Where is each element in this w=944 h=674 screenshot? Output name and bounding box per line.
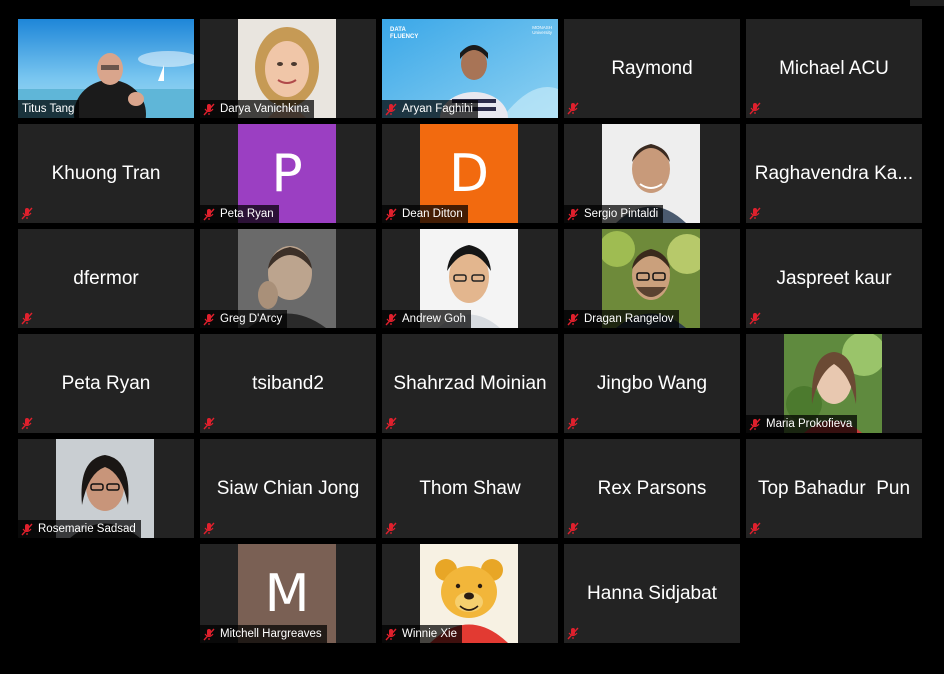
- muted-mic-icon: [20, 206, 34, 220]
- participant-tile-top-bahadur-pun[interactable]: Top Bahadur Pun: [746, 439, 922, 538]
- muted-mic-icon: [385, 103, 397, 116]
- muted-mic-icon: [384, 416, 398, 430]
- participant-name-label: Dean Ditton: [382, 205, 468, 223]
- participant-display-name: Jaspreet kaur: [776, 267, 892, 289]
- muted-mic-icon: [566, 521, 580, 535]
- muted-mic-icon: [566, 416, 580, 430]
- participant-name-label: Dragan Rangelov: [564, 310, 679, 328]
- participant-display-name: Rex Parsons: [597, 477, 707, 499]
- participant-tile-raymond[interactable]: Raymond: [564, 19, 740, 118]
- participant-display-name: Raghavendra Ka...: [754, 162, 914, 184]
- participant-tile-sergio-pintaldi[interactable]: Sergio Pintaldi: [564, 124, 740, 223]
- muted-mic-icon: [203, 103, 215, 116]
- participant-name-label: Aryan Faghihi: [382, 100, 478, 118]
- participant-display-name: Shahrzad Moinian: [393, 372, 547, 394]
- participant-display-name: Raymond: [611, 57, 693, 79]
- participant-tile-hanna-sidjabat[interactable]: Hanna Sidjabat: [564, 544, 740, 643]
- participant-tile-dfermor[interactable]: dfermor: [18, 229, 194, 328]
- participant-tile-maria-prokofieva[interactable]: Maria Prokofieva: [746, 334, 922, 433]
- participant-tile-winnie-xie[interactable]: Winnie Xie: [382, 544, 558, 643]
- muted-mic-icon: [748, 521, 762, 535]
- muted-mic-icon: [385, 313, 397, 326]
- gallery-grid: Titus Tang Darya Vanichkina DATA FLUENCY…: [18, 19, 922, 643]
- muted-mic-icon: [748, 101, 762, 115]
- slide-logo: MONASH University: [532, 25, 552, 35]
- muted-mic-icon: [566, 101, 580, 115]
- participant-display-name: Thom Shaw: [419, 477, 521, 499]
- muted-mic-icon: [567, 208, 579, 221]
- muted-mic-icon: [748, 206, 762, 220]
- participant-name-label: Darya Vanichkina: [200, 100, 315, 118]
- participant-display-name: dfermor: [73, 267, 139, 289]
- participant-tile-dean-ditton[interactable]: D Dean Ditton: [382, 124, 558, 223]
- participant-display-name: Jingbo Wang: [596, 372, 708, 394]
- participant-tile-mitchell-hargreaves[interactable]: M Mitchell Hargreaves: [200, 544, 376, 643]
- participant-name-label: Winnie Xie: [382, 625, 462, 643]
- participant-tile-dragan-rangelov[interactable]: Dragan Rangelov: [564, 229, 740, 328]
- slide-title: DATA FLUENCY: [390, 27, 419, 40]
- participant-name-label: Rosemarie Sadsad: [18, 520, 141, 538]
- participant-display-name: Khuong Tran: [51, 162, 161, 184]
- participant-tile-siaw-chian-jong[interactable]: Siaw Chian Jong: [200, 439, 376, 538]
- muted-mic-icon: [20, 416, 34, 430]
- muted-mic-icon: [384, 521, 398, 535]
- muted-mic-icon: [202, 416, 216, 430]
- participant-tile-greg-darcy[interactable]: Greg D'Arcy: [200, 229, 376, 328]
- participant-tile-thom-shaw[interactable]: Thom Shaw: [382, 439, 558, 538]
- participant-tile-jingbo-wang[interactable]: Jingbo Wang: [564, 334, 740, 433]
- participant-tile-shahrzad-moinian[interactable]: Shahrzad Moinian: [382, 334, 558, 433]
- muted-mic-icon: [203, 628, 215, 641]
- participant-tile-aryan-faghihi[interactable]: DATA FLUENCY MONASH University Aryan Fag…: [382, 19, 558, 118]
- participant-display-name: Michael ACU: [779, 57, 889, 79]
- participant-tile-peta-ryan-2[interactable]: Peta Ryan: [18, 334, 194, 433]
- muted-mic-icon: [202, 521, 216, 535]
- participant-display-name: Top Bahadur Pun: [757, 477, 911, 499]
- participant-tile-rosemarie-sadsad[interactable]: Rosemarie Sadsad: [18, 439, 194, 538]
- participant-display-name: Hanna Sidjabat: [587, 582, 717, 604]
- participant-tile-tsiband2[interactable]: tsiband2: [200, 334, 376, 433]
- participant-display-name: tsiband2: [252, 372, 324, 394]
- muted-mic-icon: [21, 523, 33, 536]
- muted-mic-icon: [748, 311, 762, 325]
- muted-mic-icon: [20, 311, 34, 325]
- participant-display-name: Peta Ryan: [61, 372, 151, 394]
- window-top-strip: [910, 0, 944, 6]
- participant-display-name: Siaw Chian Jong: [216, 477, 360, 499]
- participant-name-label: Sergio Pintaldi: [564, 205, 664, 223]
- muted-mic-icon: [567, 313, 579, 326]
- participant-name-label: Titus Tang: [18, 100, 80, 118]
- muted-mic-icon: [203, 208, 215, 221]
- participant-tile-andrew-goh[interactable]: Andrew Goh: [382, 229, 558, 328]
- muted-mic-icon: [203, 313, 215, 326]
- participant-tile-rex-parsons[interactable]: Rex Parsons: [564, 439, 740, 538]
- participant-tile-titus-tang[interactable]: Titus Tang: [18, 19, 194, 118]
- participant-name-label: Maria Prokofieva: [746, 415, 858, 433]
- participant-name-label: Peta Ryan: [200, 205, 279, 223]
- muted-mic-icon: [385, 628, 397, 641]
- participant-name-label: Greg D'Arcy: [200, 310, 288, 328]
- participant-tile-peta-ryan[interactable]: P Peta Ryan: [200, 124, 376, 223]
- participant-tile-darya-vanichkina[interactable]: Darya Vanichkina: [200, 19, 376, 118]
- participant-name-label: Mitchell Hargreaves: [200, 625, 327, 643]
- muted-mic-icon: [566, 626, 580, 640]
- participant-tile-jaspreet-kaur[interactable]: Jaspreet kaur: [746, 229, 922, 328]
- muted-mic-icon: [385, 208, 397, 221]
- participant-name-label: Andrew Goh: [382, 310, 471, 328]
- muted-mic-icon: [749, 418, 761, 431]
- participant-tile-michael-acu[interactable]: Michael ACU: [746, 19, 922, 118]
- participant-tile-raghavendra[interactable]: Raghavendra Ka...: [746, 124, 922, 223]
- participant-tile-khuong-tran[interactable]: Khuong Tran: [18, 124, 194, 223]
